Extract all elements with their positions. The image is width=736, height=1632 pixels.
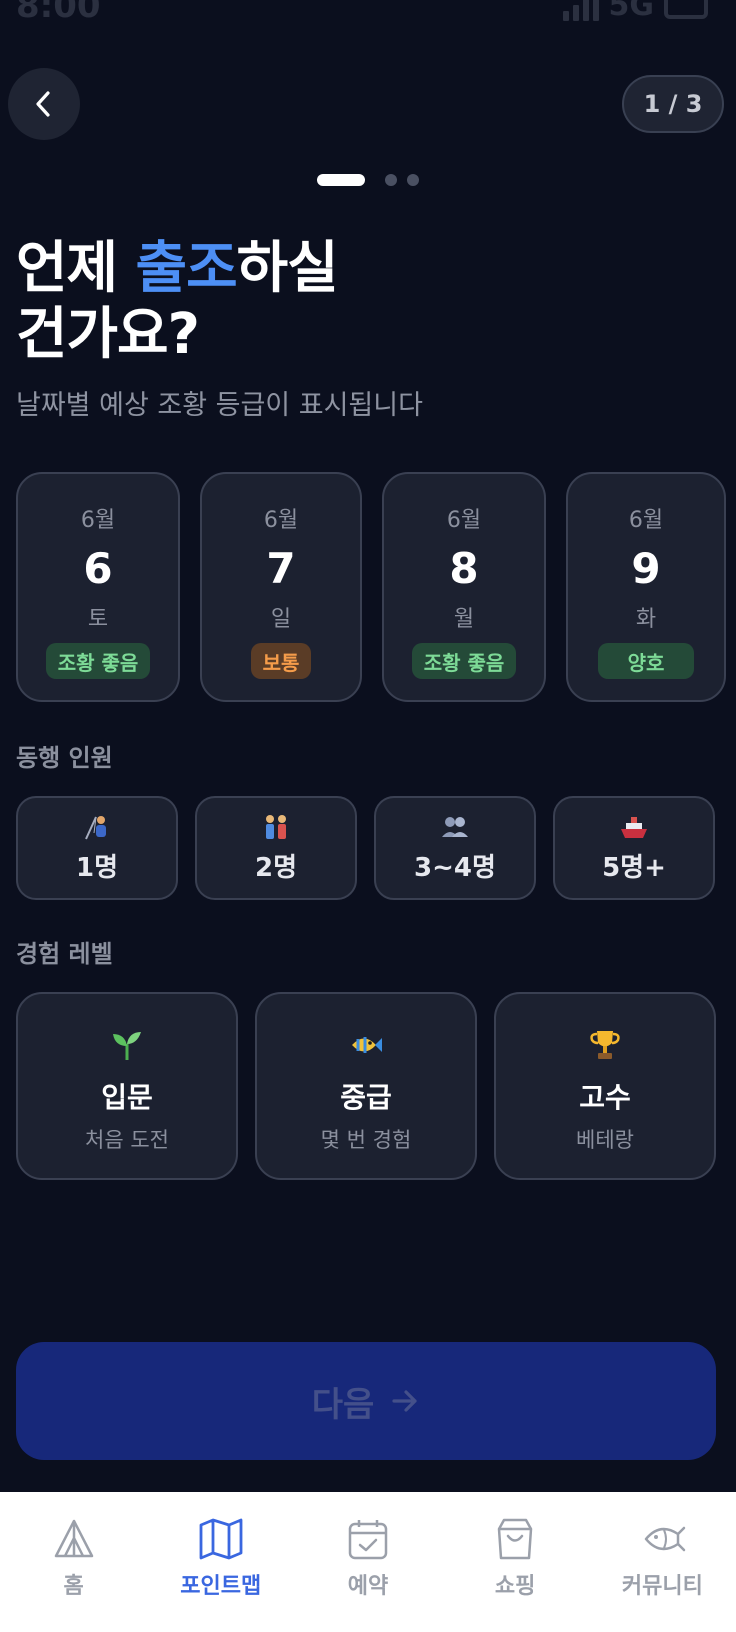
bottom-navigation: 홈 포인트맵 예약 쇼핑 커뮤니티	[0, 1492, 736, 1632]
page-counter: 1 / 3	[622, 75, 724, 133]
nav-item-home[interactable]: 홈	[0, 1492, 147, 1632]
nav-label: 커뮤니티	[621, 1574, 703, 1599]
step-dot-active	[317, 174, 365, 186]
companion-option-5-plus[interactable]: 5명+	[553, 796, 715, 900]
date-weekday: 토	[87, 607, 109, 632]
arrow-right-icon	[392, 1390, 417, 1412]
title-accent: 출조	[135, 236, 238, 301]
nav-item-pointmap[interactable]: 포인트맵	[147, 1492, 294, 1632]
date-month: 6월	[80, 508, 116, 533]
calendar-icon	[348, 1520, 388, 1560]
experience-label: 경험 레벨	[16, 940, 113, 968]
date-weekday: 화	[635, 607, 657, 632]
ship-icon	[621, 816, 647, 838]
forecast-badge: 조황 좋음	[45, 643, 151, 679]
date-card-6[interactable]: 6월 6 토 조황 좋음	[16, 472, 180, 702]
nav-label: 쇼핑	[494, 1574, 536, 1599]
date-day: 9	[631, 544, 661, 593]
back-button[interactable]	[8, 68, 80, 140]
step-indicator	[0, 174, 736, 186]
level-option-beginner[interactable]: 입문 처음 도전	[16, 992, 238, 1180]
battery-icon	[664, 0, 708, 19]
fish-icon	[352, 1037, 382, 1053]
date-card-7[interactable]: 6월 7 일 보통	[200, 472, 362, 702]
companion-label: 5명+	[602, 852, 666, 883]
forecast-badge: 보통	[250, 643, 312, 679]
sprout-icon	[113, 1032, 141, 1060]
companions-label: 동행 인원	[16, 744, 113, 772]
nav-label: 예약	[347, 1574, 389, 1599]
date-weekday: 월	[453, 607, 475, 632]
date-month: 6월	[628, 508, 664, 533]
fish-outline-icon	[645, 1526, 686, 1552]
level-title: 입문	[101, 1081, 153, 1114]
fishing-person-icon	[85, 815, 106, 839]
companion-option-1[interactable]: 1명	[16, 796, 178, 900]
level-desc: 처음 도전	[85, 1128, 169, 1152]
level-option-expert[interactable]: 고수 베테랑	[494, 992, 716, 1180]
nav-item-community[interactable]: 커뮤니티	[589, 1492, 736, 1632]
date-day: 8	[449, 544, 479, 593]
step-dot	[407, 174, 419, 186]
date-weekday: 일	[270, 607, 292, 632]
date-card-8[interactable]: 6월 8 월 조황 좋음	[382, 472, 546, 702]
nav-item-shopping[interactable]: 쇼핑	[442, 1492, 589, 1632]
level-title: 중급	[340, 1081, 392, 1114]
level-option-intermediate[interactable]: 중급 몇 번 경험	[255, 992, 477, 1180]
companion-option-2[interactable]: 2명	[195, 796, 357, 900]
tent-icon	[54, 1519, 93, 1558]
next-button[interactable]: 다음	[16, 1342, 716, 1460]
page-subtitle: 날짜별 예상 조황 등급이 표시됩니다	[16, 390, 423, 421]
forecast-badge: 양호	[597, 643, 695, 679]
date-day: 7	[266, 544, 296, 593]
next-button-label: 다음	[311, 1384, 375, 1425]
companion-label: 3~4명	[414, 852, 496, 883]
companion-option-3-4[interactable]: 3~4명	[374, 796, 536, 900]
companion-label: 2명	[254, 852, 297, 883]
nav-item-reservation[interactable]: 예약	[294, 1492, 441, 1632]
level-desc: 베테랑	[576, 1128, 634, 1152]
companion-label: 1명	[75, 852, 118, 883]
date-month: 6월	[263, 508, 299, 533]
couple-icon	[266, 814, 286, 839]
group-icon	[442, 816, 468, 837]
status-indicators: 5G	[562, 0, 708, 23]
map-icon	[199, 1518, 243, 1560]
shopping-bag-icon	[497, 1518, 533, 1560]
trophy-icon	[590, 1031, 620, 1059]
date-month: 6월	[446, 508, 482, 533]
chevron-left-icon	[36, 91, 50, 117]
nav-label: 홈	[63, 1574, 84, 1599]
nav-label: 포인트맵	[180, 1574, 262, 1599]
level-desc: 몇 번 경험	[320, 1128, 412, 1152]
status-time: 8:00	[16, 0, 101, 26]
date-day: 6	[83, 544, 113, 593]
forecast-badge: 조황 좋음	[411, 643, 517, 679]
network-label: 5G	[608, 0, 655, 23]
date-card-9[interactable]: 6월 9 화 양호	[566, 472, 726, 702]
step-dot	[385, 174, 397, 186]
signal-icon	[562, 0, 599, 21]
page-title: 언제 출조하실 건가요?	[16, 236, 339, 367]
level-title: 고수	[579, 1081, 631, 1114]
